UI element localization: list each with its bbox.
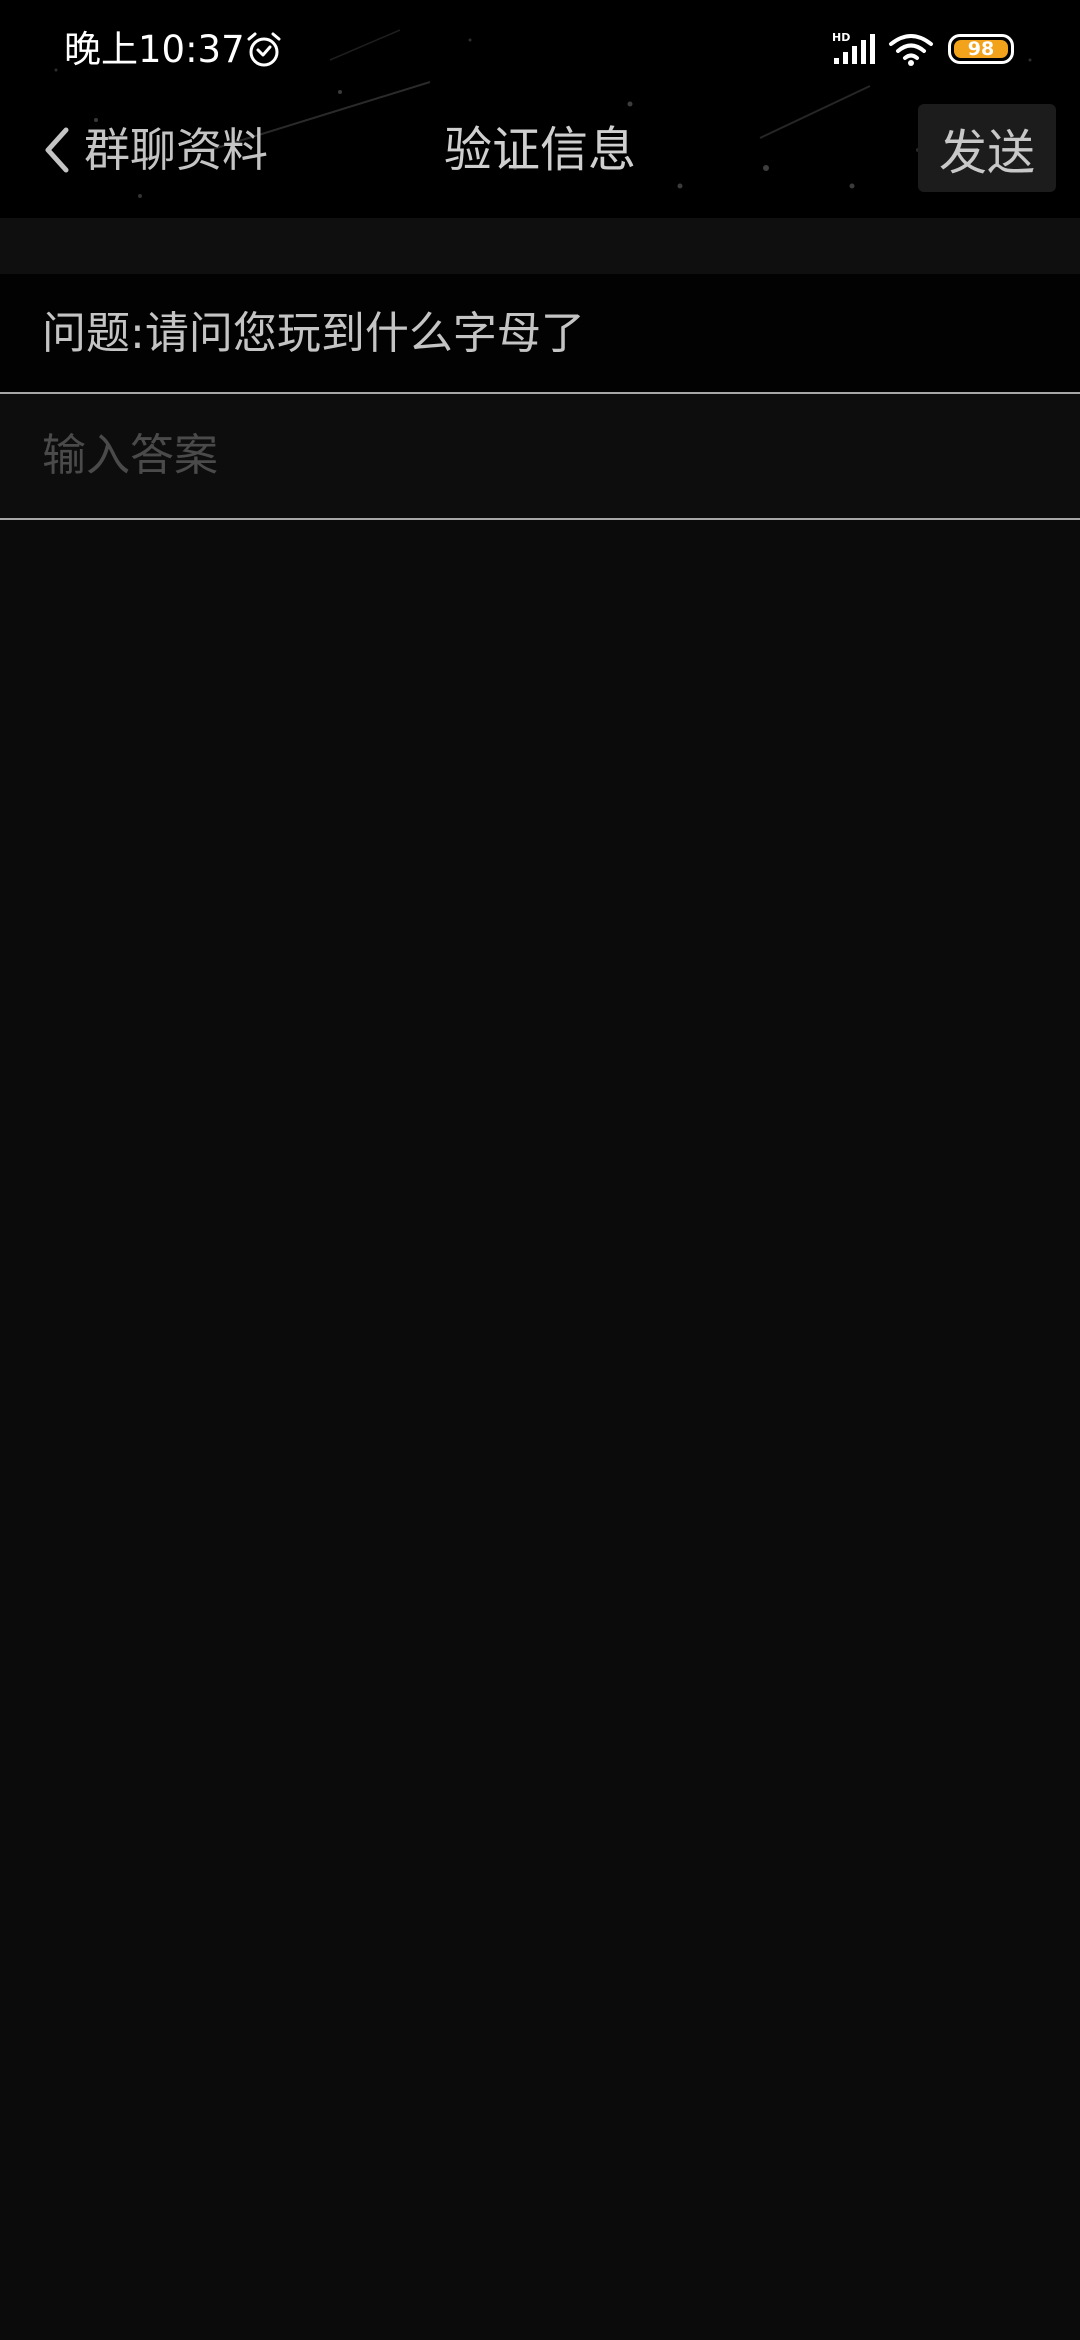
back-button[interactable]: 群聊资料 <box>40 118 268 182</box>
section-divider <box>0 218 1080 274</box>
hd-signal-icon: HD <box>832 31 875 64</box>
battery-level: 98 <box>954 39 1008 58</box>
answer-row[interactable] <box>0 394 1080 520</box>
chevron-left-icon <box>45 127 69 173</box>
wifi-icon <box>889 34 933 66</box>
hd-label: HD <box>832 31 850 44</box>
back-label: 群聊资料 <box>84 123 268 177</box>
status-bar: 晚上10:37 HD 98 <box>0 0 1080 100</box>
question-row: 问题:请问您玩到什么字母了 <box>0 274 1080 394</box>
page-title: 验证信息 <box>443 122 636 178</box>
status-time: 晚上10:37 <box>64 28 245 71</box>
battery-icon: 98 <box>948 34 1014 64</box>
alarm-icon <box>247 32 281 67</box>
send-button[interactable]: 发送 <box>918 104 1056 192</box>
nav-bar: 群聊资料 验证信息 发送 <box>0 100 1080 218</box>
answer-input[interactable] <box>42 422 1032 488</box>
question-text: 问题:请问您玩到什么字母了 <box>42 308 585 359</box>
